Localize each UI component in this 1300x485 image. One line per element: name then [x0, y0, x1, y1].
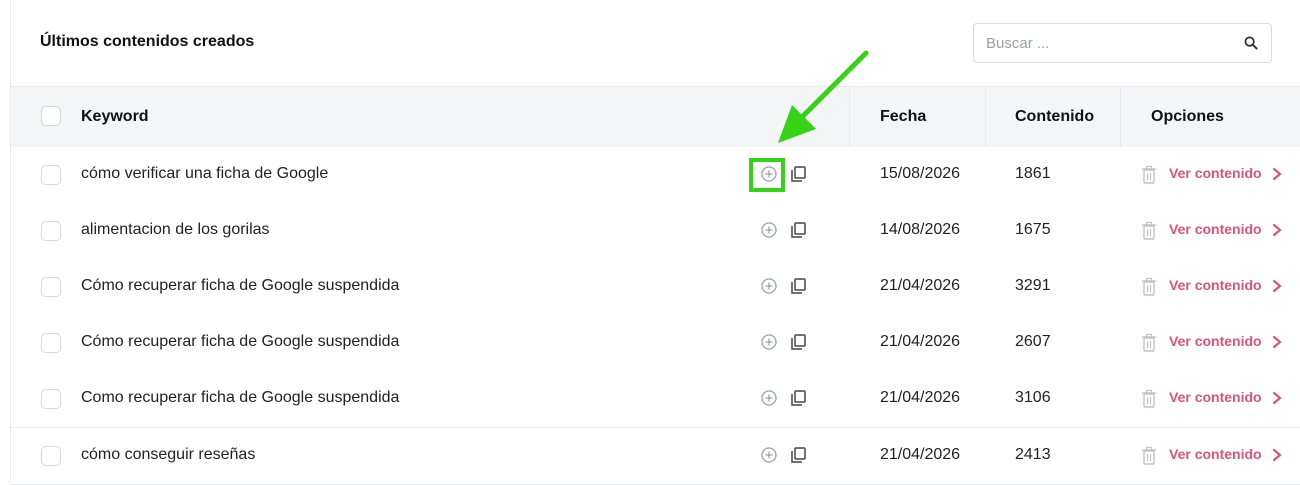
table-row: Cómo recuperar ficha de Google suspendid… [11, 259, 1300, 316]
plus-circle-icon[interactable] [759, 445, 779, 465]
row-content-count: 1675 [1015, 221, 1051, 238]
row-checkbox[interactable] [41, 333, 61, 353]
row-date: 21/04/2026 [880, 333, 961, 350]
row-date: 21/04/2026 [880, 277, 961, 294]
arrow-annotation-icon [778, 50, 869, 143]
copy-icon[interactable] [788, 164, 808, 184]
row-content-count: 2413 [1015, 446, 1051, 463]
column-header-date[interactable]: Fecha [880, 108, 926, 126]
trash-icon[interactable] [1140, 446, 1158, 466]
row-content-count: 3291 [1015, 277, 1051, 294]
search-icon[interactable] [1244, 36, 1258, 50]
row-keyword: alimentacion de los gorilas [81, 221, 270, 238]
view-content-link[interactable]: Ver contenido [1169, 333, 1262, 349]
copy-icon[interactable] [788, 220, 808, 240]
table-row: Cómo recuperar ficha de Google suspendid… [11, 315, 1300, 372]
view-content-link[interactable]: Ver contenido [1169, 165, 1262, 181]
card-title: Últimos contenidos creados [40, 33, 255, 50]
copy-icon[interactable] [788, 332, 808, 352]
copy-icon[interactable] [788, 445, 808, 465]
row-checkbox[interactable] [41, 277, 61, 297]
row-date: 15/08/2026 [880, 165, 961, 182]
chevron-right-icon[interactable] [1272, 391, 1282, 405]
plus-circle-icon[interactable] [759, 388, 779, 408]
row-date: 21/04/2026 [880, 389, 961, 406]
chevron-right-icon[interactable] [1272, 448, 1282, 462]
select-all-checkbox[interactable] [41, 106, 61, 126]
table-row: cómo verificar una ficha de Google 15/08… [11, 147, 1300, 204]
row-date: 21/04/2026 [880, 446, 961, 463]
column-header-keyword[interactable]: Keyword [81, 108, 149, 126]
trash-icon[interactable] [1140, 389, 1158, 409]
chevron-right-icon[interactable] [1272, 335, 1282, 349]
search-box[interactable] [973, 23, 1272, 63]
trash-icon[interactable] [1140, 165, 1158, 185]
chevron-right-icon[interactable] [1272, 223, 1282, 237]
table-row: cómo conseguir reseñas 21/04/2026 2413 V… [11, 428, 1300, 485]
view-content-link[interactable]: Ver contenido [1169, 446, 1262, 462]
row-content-count: 3106 [1015, 389, 1051, 406]
trash-icon[interactable] [1140, 333, 1158, 353]
table-header: Keyword Fecha Contenido Opciones [11, 86, 1300, 148]
row-date: 14/08/2026 [880, 221, 961, 238]
plus-circle-icon[interactable] [759, 220, 779, 240]
row-keyword: cómo conseguir reseñas [81, 446, 256, 463]
trash-icon[interactable] [1140, 277, 1158, 297]
chevron-right-icon[interactable] [1272, 167, 1282, 181]
row-content-count: 2607 [1015, 333, 1051, 350]
column-header-options: Opciones [1151, 108, 1224, 125]
trash-icon[interactable] [1140, 221, 1158, 241]
row-keyword: Como recuperar ficha de Google suspendid… [81, 389, 400, 406]
chevron-right-icon[interactable] [1272, 279, 1282, 293]
search-input[interactable] [986, 24, 1226, 62]
view-content-link[interactable]: Ver contenido [1169, 277, 1262, 293]
table-row: Como recuperar ficha de Google suspendid… [11, 371, 1300, 428]
row-keyword: Cómo recuperar ficha de Google suspendid… [81, 277, 400, 294]
column-header-content[interactable]: Contenido [1015, 108, 1094, 126]
row-checkbox[interactable] [41, 389, 61, 409]
row-keyword: Cómo recuperar ficha de Google suspendid… [81, 333, 400, 350]
row-checkbox[interactable] [41, 221, 61, 241]
copy-icon[interactable] [788, 388, 808, 408]
view-content-link[interactable]: Ver contenido [1169, 389, 1262, 405]
view-content-link[interactable]: Ver contenido [1169, 221, 1262, 237]
plus-circle-icon[interactable] [759, 332, 779, 352]
copy-icon[interactable] [788, 276, 808, 296]
row-content-count: 1861 [1015, 165, 1051, 182]
row-checkbox[interactable] [41, 446, 61, 466]
plus-circle-icon[interactable] [759, 276, 779, 296]
table-row: alimentacion de los gorilas 14/08/2026 1… [11, 203, 1300, 260]
row-keyword: cómo verificar una ficha de Google [81, 165, 329, 182]
row-checkbox[interactable] [41, 165, 61, 185]
